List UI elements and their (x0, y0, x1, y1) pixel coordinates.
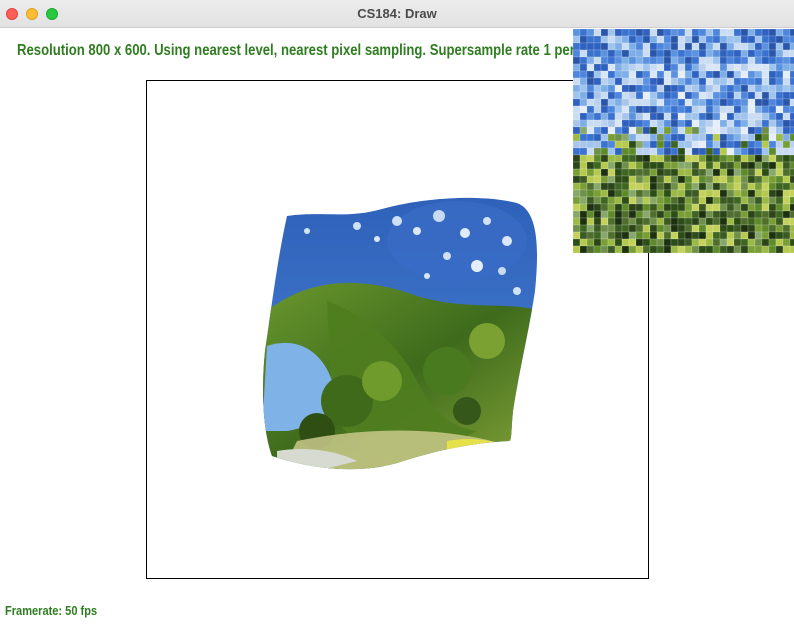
title-bar[interactable]: CS184: Draw (0, 0, 794, 28)
app-window: CS184: Draw Resolution 800 x 600. Using … (0, 0, 794, 626)
pixel-zoom-grid (573, 29, 794, 253)
status-message: Resolution 800 x 600. Using nearest leve… (17, 42, 613, 59)
window-title: CS184: Draw (357, 6, 437, 21)
zoom-inset-panel (573, 29, 794, 253)
framerate-readout: Framerate: 50 fps (5, 603, 98, 618)
